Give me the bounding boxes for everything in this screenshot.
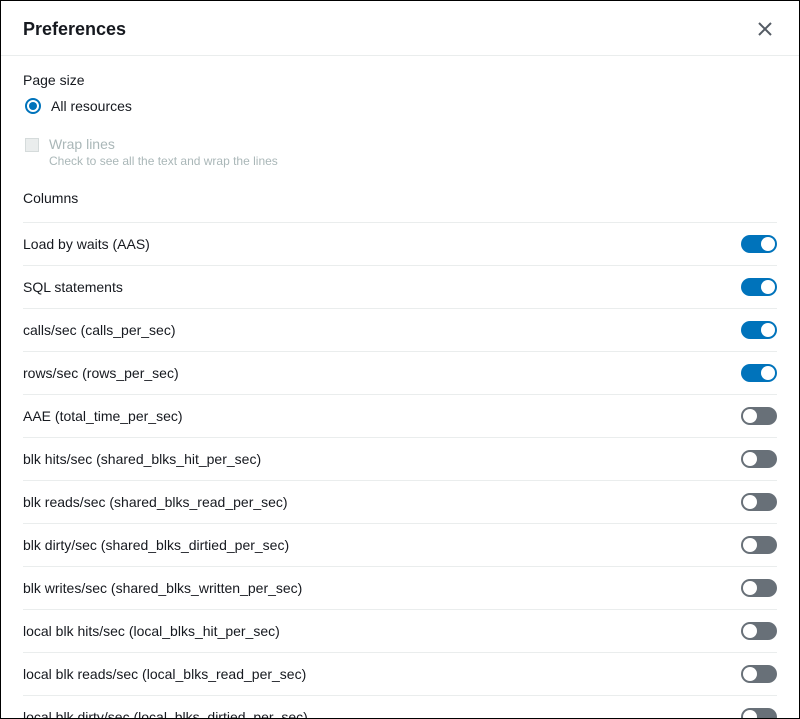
column-label: calls/sec (calls_per_sec) bbox=[23, 322, 176, 338]
toggle-knob bbox=[743, 538, 757, 552]
column-label: local blk hits/sec (local_blks_hit_per_s… bbox=[23, 623, 280, 639]
column-label: local blk dirty/sec (local_blks_dirtied_… bbox=[23, 709, 308, 718]
wrap-lines-label: Wrap lines bbox=[49, 136, 278, 152]
columns-list: Load by waits (AAS) SQL statements calls/s… bbox=[23, 222, 777, 718]
radio-all-resources[interactable] bbox=[25, 98, 41, 114]
toggle-knob bbox=[761, 237, 775, 251]
column-row: local blk reads/sec (local_blks_read_per… bbox=[23, 652, 777, 695]
close-icon bbox=[757, 21, 773, 37]
column-row: Load by waits (AAS) bbox=[23, 222, 777, 265]
wrap-lines-checkbox bbox=[25, 138, 39, 152]
column-label: SQL statements bbox=[23, 279, 123, 295]
toggle-knob bbox=[743, 409, 757, 423]
wrap-lines-description: Check to see all the text and wrap the l… bbox=[49, 154, 278, 168]
toggle-knob bbox=[743, 667, 757, 681]
column-row: blk reads/sec (shared_blks_read_per_sec) bbox=[23, 480, 777, 523]
toggle-knob bbox=[761, 323, 775, 337]
column-row: local blk dirty/sec (local_blks_dirtied_… bbox=[23, 695, 777, 718]
toggle-knob bbox=[743, 624, 757, 638]
toggle-knob bbox=[761, 366, 775, 380]
column-row: local blk hits/sec (local_blks_hit_per_s… bbox=[23, 609, 777, 652]
column-label: blk reads/sec (shared_blks_read_per_sec) bbox=[23, 494, 288, 510]
column-toggle[interactable] bbox=[741, 493, 777, 511]
column-toggle[interactable] bbox=[741, 364, 777, 382]
column-row: blk hits/sec (shared_blks_hit_per_sec) bbox=[23, 437, 777, 480]
modal-header: Preferences bbox=[1, 1, 799, 56]
column-toggle[interactable] bbox=[741, 450, 777, 468]
toggle-knob bbox=[743, 452, 757, 466]
close-button[interactable] bbox=[753, 17, 777, 41]
column-label: AAE (total_time_per_sec) bbox=[23, 408, 183, 424]
modal-title: Preferences bbox=[23, 19, 126, 40]
column-row: blk dirty/sec (shared_blks_dirtied_per_s… bbox=[23, 523, 777, 566]
column-label: blk writes/sec (shared_blks_written_per_… bbox=[23, 580, 302, 596]
wrap-lines-texts: Wrap lines Check to see all the text and… bbox=[49, 136, 278, 168]
toggle-knob bbox=[743, 495, 757, 509]
column-toggle[interactable] bbox=[741, 321, 777, 339]
column-toggle[interactable] bbox=[741, 622, 777, 640]
toggle-knob bbox=[743, 710, 757, 718]
columns-section: Columns Load by waits (AAS) SQL statement… bbox=[23, 190, 777, 718]
toggle-knob bbox=[761, 280, 775, 294]
column-toggle[interactable] bbox=[741, 665, 777, 683]
column-row: calls/sec (calls_per_sec) bbox=[23, 308, 777, 351]
toggle-knob bbox=[743, 581, 757, 595]
radio-all-resources-label: All resources bbox=[51, 98, 132, 114]
preferences-modal: Preferences Page size All resources Wrap… bbox=[1, 1, 799, 718]
column-label: rows/sec (rows_per_sec) bbox=[23, 365, 179, 381]
column-label: local blk reads/sec (local_blks_read_per… bbox=[23, 666, 306, 682]
column-toggle[interactable] bbox=[741, 407, 777, 425]
column-row: AAE (total_time_per_sec) bbox=[23, 394, 777, 437]
column-label: blk hits/sec (shared_blks_hit_per_sec) bbox=[23, 451, 261, 467]
column-toggle[interactable] bbox=[741, 579, 777, 597]
column-toggle[interactable] bbox=[741, 278, 777, 296]
modal-body: Page size All resources Wrap lines Check… bbox=[1, 56, 799, 718]
column-label: blk dirty/sec (shared_blks_dirtied_per_s… bbox=[23, 537, 289, 553]
column-label: Load by waits (AAS) bbox=[23, 236, 150, 252]
wrap-lines-option: Wrap lines Check to see all the text and… bbox=[23, 136, 777, 168]
page-size-option[interactable]: All resources bbox=[23, 98, 777, 114]
page-size-label: Page size bbox=[23, 72, 777, 88]
column-toggle[interactable] bbox=[741, 235, 777, 253]
columns-label: Columns bbox=[23, 190, 777, 206]
column-toggle[interactable] bbox=[741, 536, 777, 554]
column-row: rows/sec (rows_per_sec) bbox=[23, 351, 777, 394]
column-toggle[interactable] bbox=[741, 708, 777, 718]
column-row: SQL statements bbox=[23, 265, 777, 308]
column-row: blk writes/sec (shared_blks_written_per_… bbox=[23, 566, 777, 609]
